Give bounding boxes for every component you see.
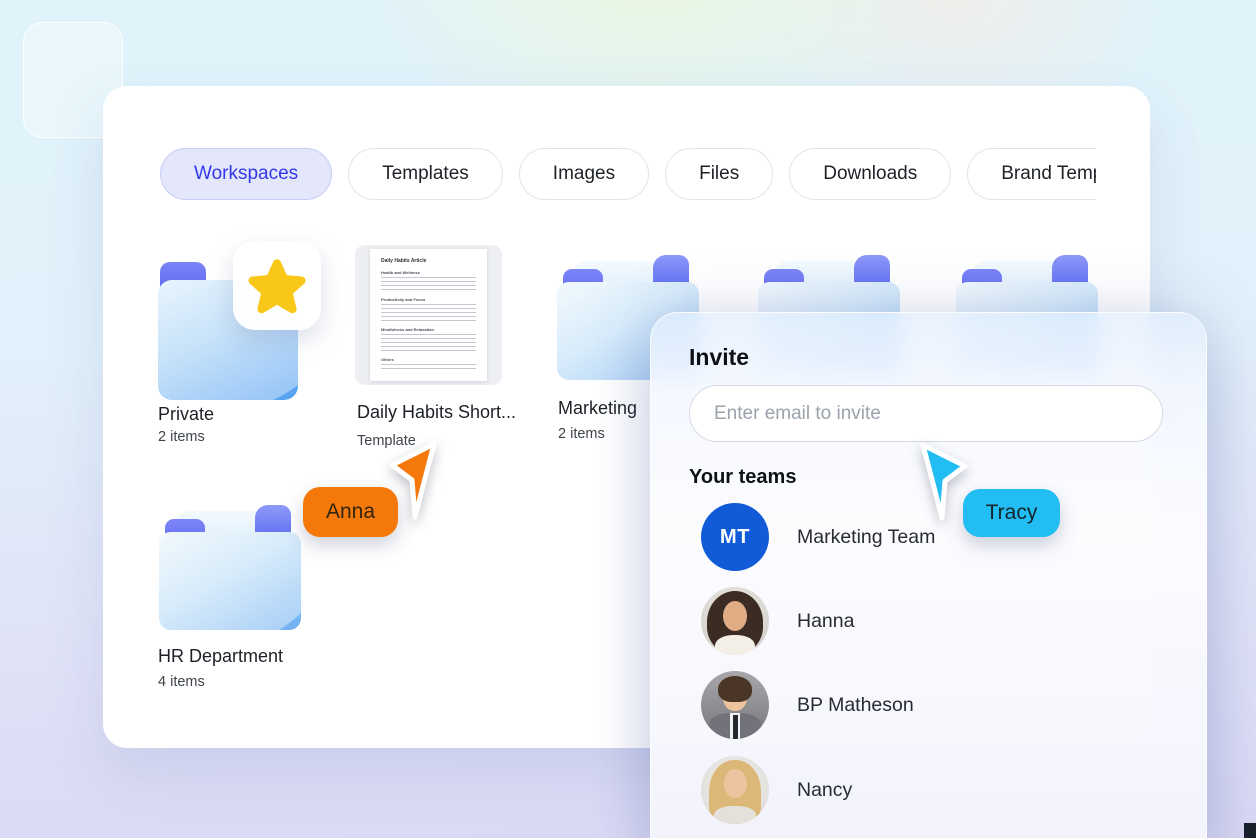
avatar-marketing-team: MT xyxy=(701,503,769,571)
avatar-hanna xyxy=(701,587,769,655)
page-background: Workspaces Templates Images Files Downlo… xyxy=(0,0,1256,838)
avatar-bp-matheson xyxy=(701,671,769,739)
cursor-label-tracy: Tracy xyxy=(963,489,1060,537)
invite-panel: Invite Your teams MT Marketing Team Hann… xyxy=(650,312,1207,838)
team-row-hanna[interactable]: Hanna xyxy=(701,587,1161,655)
item-name-marketing: Marketing xyxy=(558,398,637,419)
member-name: BP Matheson xyxy=(797,694,914,717)
member-name: Marketing Team xyxy=(797,526,935,549)
avatar-face-shape xyxy=(724,769,747,798)
your-teams-heading: Your teams xyxy=(689,466,796,489)
avatar-body-shape xyxy=(715,635,755,655)
invite-email-input[interactable] xyxy=(689,385,1163,442)
tab-images[interactable]: Images xyxy=(519,148,649,200)
folder-body-shape xyxy=(159,532,301,630)
item-name-hr-department: HR Department xyxy=(158,646,283,667)
corner-accent-shape xyxy=(1244,823,1256,838)
tab-files[interactable]: Files xyxy=(665,148,773,200)
team-row-bp-matheson[interactable]: BP Matheson xyxy=(701,671,1161,739)
avatar-nancy xyxy=(701,756,769,824)
cursor-label-anna: Anna xyxy=(303,487,398,537)
tab-templates[interactable]: Templates xyxy=(348,148,503,200)
document-thumbnail[interactable]: Daily Habits Article Health and Wellness… xyxy=(355,245,502,385)
document-text-lines xyxy=(381,334,476,351)
avatar-tie-shape xyxy=(733,715,738,739)
tab-downloads[interactable]: Downloads xyxy=(789,148,951,200)
avatar-body-shape xyxy=(714,806,756,824)
document-page: Daily Habits Article Health and Wellness… xyxy=(370,249,487,381)
avatar-hair-shape xyxy=(718,676,752,702)
item-name-private: Private xyxy=(158,404,214,425)
document-text-lines xyxy=(381,277,476,291)
tab-workspaces[interactable]: Workspaces xyxy=(160,148,332,200)
tab-brand-templates[interactable]: Brand Templates xyxy=(967,148,1096,200)
item-meta-private: 2 items xyxy=(158,429,205,445)
document-preview-heading: Daily Habits Article xyxy=(381,258,476,264)
folder-icon-hr-department[interactable] xyxy=(159,505,301,630)
document-section-label: Others xyxy=(381,357,476,362)
document-section-label: Mindfulness and Relaxation xyxy=(381,327,476,332)
star-badge xyxy=(233,241,321,330)
avatar-face-shape xyxy=(723,601,747,631)
item-meta-marketing: 2 items xyxy=(558,426,605,442)
tab-bar: Workspaces Templates Images Files Downlo… xyxy=(160,148,1096,202)
member-name: Nancy xyxy=(797,779,852,802)
document-section-label: Health and Wellness xyxy=(381,270,476,275)
document-section-label: Productivity and Focus xyxy=(381,297,476,302)
item-meta-hr-department: 4 items xyxy=(158,674,205,690)
star-icon xyxy=(248,257,306,315)
team-row-nancy[interactable]: Nancy xyxy=(701,756,1161,824)
document-text-lines xyxy=(381,304,476,321)
member-name: Hanna xyxy=(797,610,854,633)
item-name-daily-habits: Daily Habits Short... xyxy=(357,402,516,423)
document-text-lines xyxy=(381,364,476,370)
invite-title: Invite xyxy=(689,344,749,371)
